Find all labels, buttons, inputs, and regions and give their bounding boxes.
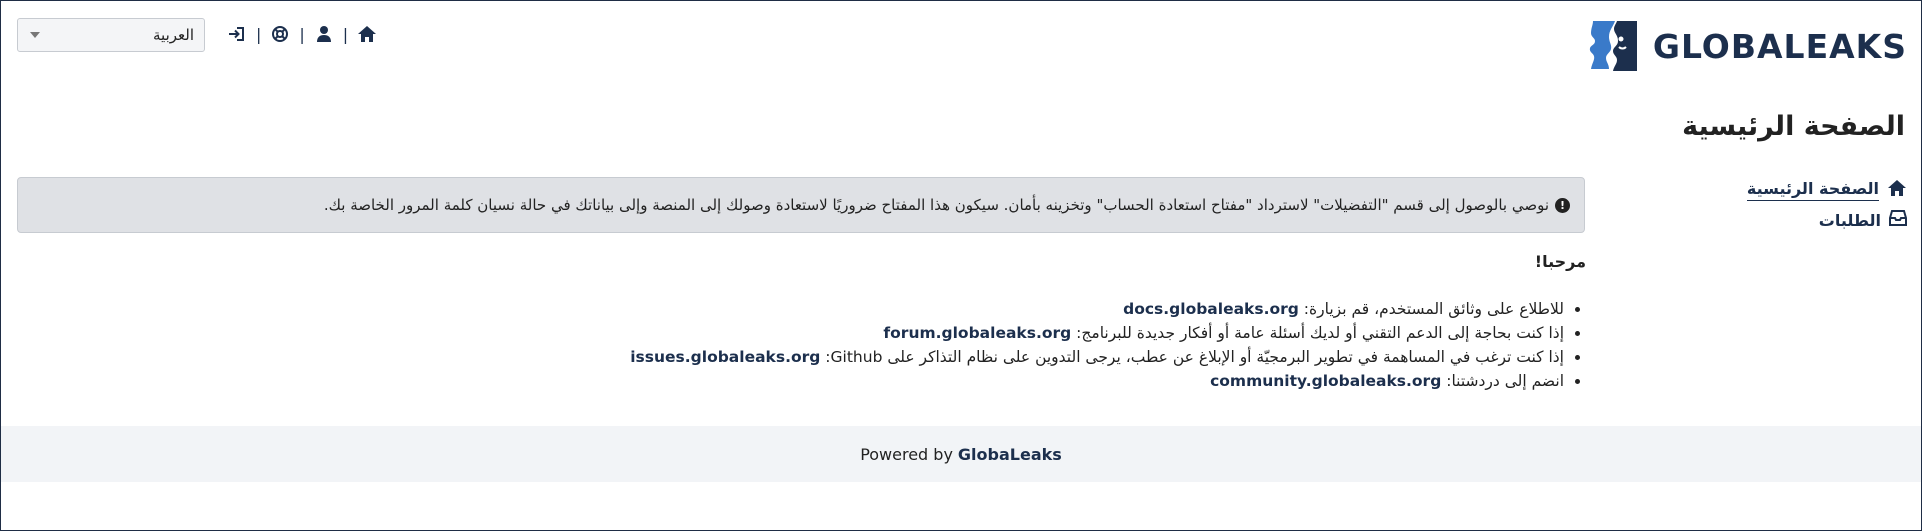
toolbar-separator: | xyxy=(342,24,349,44)
toolbar-separator: | xyxy=(256,24,262,44)
logo-text: GLOBALEAKS xyxy=(1652,26,1907,66)
globaleaks-logo-icon xyxy=(1589,21,1637,71)
inbox-icon xyxy=(1889,210,1907,230)
list-item-suffix: :Github xyxy=(820,348,883,366)
list-item-text: انضم إلى دردشتنا: xyxy=(1441,372,1564,390)
logo[interactable]: GLOBALEAKS xyxy=(1583,17,1907,75)
header: العربية | | | GLOBALEAKS xyxy=(1,1,1921,91)
sidebar: الصفحة الرئيسية الطلبات xyxy=(1746,175,1907,235)
issues-link[interactable]: issues.globaleaks.org xyxy=(630,348,820,366)
alert-text: نوصي بالوصول إلى قسم "التفضيلات" لاستردا… xyxy=(323,196,1549,214)
list-item: انضم إلى دردشتنا: community.globaleaks.o… xyxy=(630,369,1564,393)
sidebar-item-label: الطلبات xyxy=(1818,210,1881,230)
list-item-text: إذا كنت ترغب في المساهمة في تطوير البرمج… xyxy=(882,348,1564,366)
community-link[interactable]: community.globaleaks.org xyxy=(1210,372,1441,390)
list-item-text: إذا كنت بحاجة إلى الدعم التقني أو لديك أ… xyxy=(1071,324,1564,342)
forum-link[interactable]: forum.globaleaks.org xyxy=(883,324,1071,342)
home-icon[interactable] xyxy=(356,23,378,45)
toolbar-separator: | xyxy=(299,24,305,44)
exclamation-circle-icon: ! xyxy=(1555,197,1570,213)
sidebar-item-reports[interactable]: الطلبات xyxy=(1747,205,1907,235)
powered-by-text: Powered by xyxy=(860,444,953,464)
home-icon xyxy=(1887,179,1907,201)
sidebar-item-home[interactable]: الصفحة الرئيسية xyxy=(1746,175,1907,205)
recovery-key-alert: ! نوصي بالوصول إلى قسم "التفضيلات" لاستر… xyxy=(17,177,1585,233)
sign-in-icon[interactable] xyxy=(226,23,248,45)
language-select[interactable]: العربية xyxy=(17,18,205,52)
list-item: إذا كنت بحاجة إلى الدعم التقني أو لديك أ… xyxy=(630,321,1564,345)
language-select-value: العربية xyxy=(153,26,194,44)
footer: Powered by GlobaLeaks xyxy=(1,426,1921,482)
list-item-text: للاطلاع على وثائق المستخدم، قم بزيارة: xyxy=(1298,300,1564,318)
sidebar-item-label: الصفحة الرئيسية xyxy=(1746,179,1879,201)
support-icon[interactable] xyxy=(269,23,291,45)
list-item: إذا كنت ترغب في المساهمة في تطوير البرمج… xyxy=(630,345,1564,369)
footer-brand-link[interactable]: GlobaLeaks xyxy=(958,445,1062,464)
page-title: الصفحة الرئيسية xyxy=(1682,111,1905,142)
user-icon[interactable] xyxy=(313,23,335,45)
chevron-down-icon xyxy=(30,32,40,38)
list-item: للاطلاع على وثائق المستخدم، قم بزيارة: d… xyxy=(630,297,1564,321)
help-links-list: للاطلاع على وثائق المستخدم، قم بزيارة: d… xyxy=(630,297,1586,393)
toolbar: | | | xyxy=(226,23,378,45)
docs-link[interactable]: docs.globaleaks.org xyxy=(1123,300,1299,318)
welcome-heading: مرحبا! xyxy=(1534,252,1586,271)
